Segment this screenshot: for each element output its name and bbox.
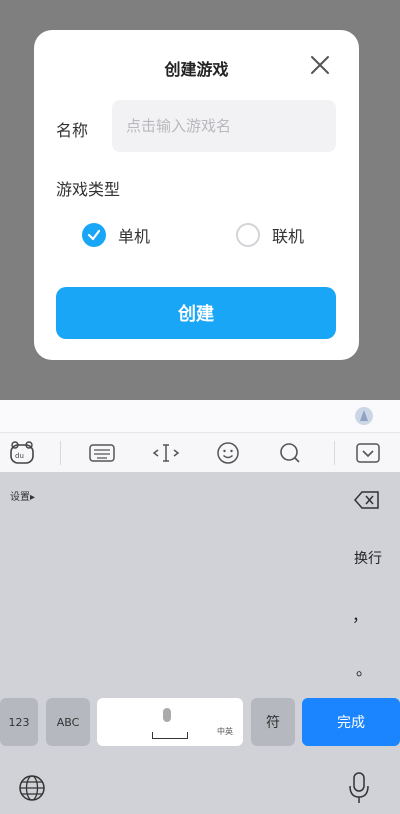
comma-key[interactable]: ， <box>352 602 368 626</box>
name-label: 名称 <box>56 121 89 140</box>
done-key[interactable]: 完成 <box>302 698 400 746</box>
language-hint: 中英 <box>217 727 233 736</box>
emoji-icon[interactable] <box>214 439 242 467</box>
assistant-icon[interactable] <box>354 406 374 426</box>
radio-label-multi: 联机 <box>272 227 305 246</box>
collapse-keyboard-icon[interactable] <box>354 439 382 467</box>
game-type-label: 游戏类型 <box>56 180 121 199</box>
radio-label-single: 单机 <box>118 227 151 246</box>
close-icon[interactable] <box>309 54 331 76</box>
numbers-key[interactable]: 123 <box>0 698 38 746</box>
keyboard-layout-icon[interactable] <box>88 439 116 467</box>
keyboard-brand-icon[interactable]: du <box>8 439 36 467</box>
keyboard-toolbar: du <box>0 432 400 473</box>
search-icon[interactable] <box>276 439 304 467</box>
period-key[interactable]: 。 <box>356 656 372 680</box>
abc-key[interactable]: ABC <box>46 698 90 746</box>
backspace-icon[interactable] <box>354 490 380 510</box>
cursor-move-icon[interactable] <box>152 439 180 467</box>
keyboard-settings-link[interactable]: 设置▸ <box>10 488 35 503</box>
keyboard-suggestion-bar <box>0 400 400 432</box>
create-button[interactable]: 创建 <box>56 287 336 339</box>
radio-single-player[interactable]: 单机 <box>82 220 150 250</box>
globe-icon[interactable] <box>18 774 46 802</box>
handwriting-keyboard[interactable]: 设置▸ 换行 ， 。 123 ABC 中英 符 完成 <box>0 472 400 814</box>
radio-multiplayer[interactable]: 联机 <box>236 220 304 250</box>
toolbar-divider <box>334 441 335 465</box>
microphone-icon[interactable] <box>348 772 370 804</box>
symbol-key[interactable]: 符 <box>251 698 295 746</box>
space-key[interactable]: 中英 <box>97 698 243 746</box>
toolbar-divider <box>60 441 61 465</box>
game-name-input[interactable] <box>112 100 336 152</box>
checked-icon <box>82 223 106 247</box>
space-bar-icon <box>152 732 188 739</box>
svg-text:du: du <box>15 452 24 460</box>
voice-dot-icon <box>163 708 171 722</box>
enter-key[interactable]: 换行 <box>354 548 382 568</box>
create-game-dialog: 创建游戏 名称 游戏类型 单机 联机 创建 <box>34 30 359 360</box>
unchecked-icon <box>236 223 260 247</box>
